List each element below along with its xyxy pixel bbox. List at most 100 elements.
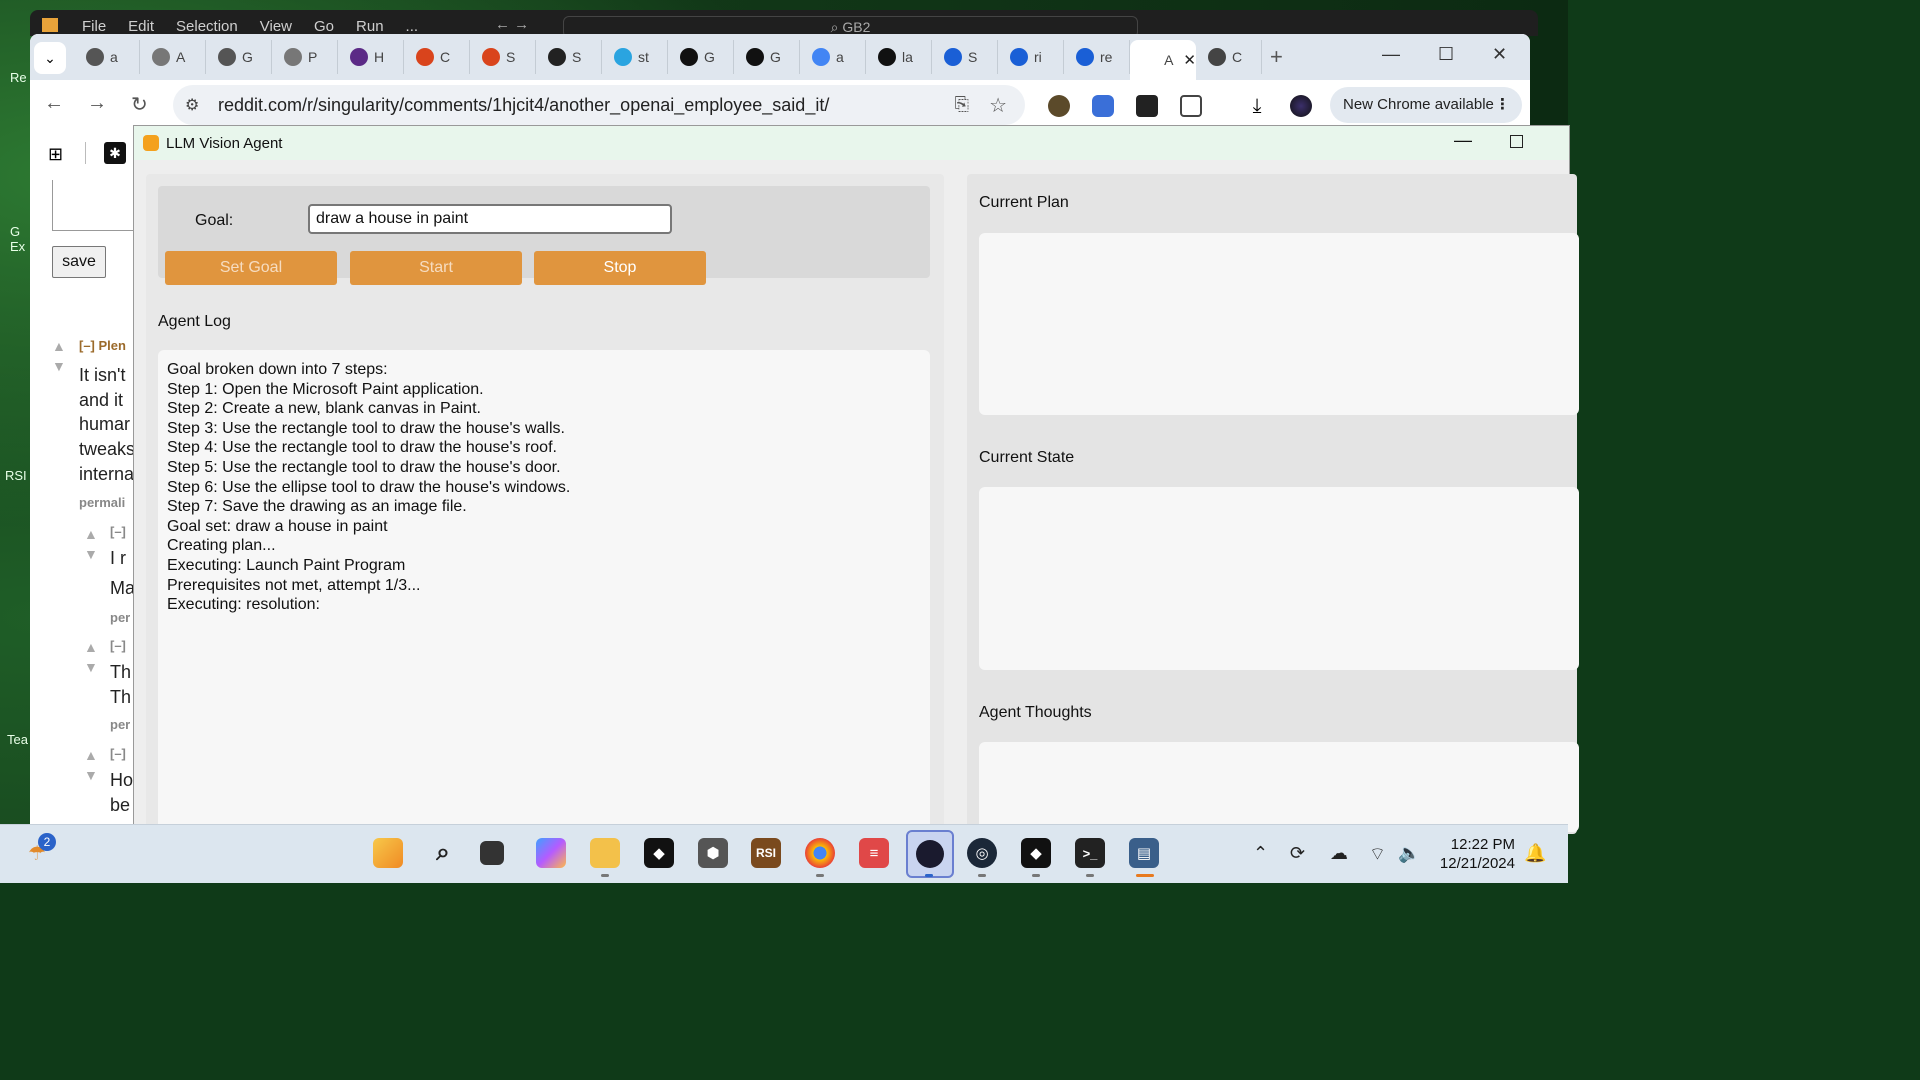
- bookmark-star-icon[interactable]: ☆: [989, 93, 1007, 118]
- current-plan-box[interactable]: [979, 233, 1579, 415]
- search-icon[interactable]: ⌕: [428, 838, 458, 868]
- epic-icon[interactable]: ◆: [644, 838, 674, 868]
- menu-file[interactable]: File: [82, 18, 106, 35]
- teamviewer-icon[interactable]: [906, 830, 954, 878]
- bookmark-icon[interactable]: ✱: [104, 142, 126, 164]
- reply-collapse[interactable]: [–]: [110, 746, 126, 761]
- downvote-icon[interactable]: ▼: [84, 546, 98, 562]
- desktop-label[interactable]: RSI: [5, 468, 27, 483]
- current-state-box[interactable]: [979, 487, 1579, 670]
- comment-textarea[interactable]: [52, 180, 144, 231]
- copilot-icon[interactable]: [536, 838, 566, 868]
- file-explorer-icon[interactable]: [590, 838, 620, 868]
- menu-edit[interactable]: Edit: [128, 18, 154, 35]
- editor-nav-arrows[interactable]: ← →: [495, 16, 529, 33]
- download-icon[interactable]: ⤓: [1246, 95, 1268, 117]
- desktop-label[interactable]: Re: [10, 70, 27, 85]
- minimize-icon[interactable]: —: [1454, 130, 1472, 151]
- extension-icon[interactable]: [1048, 95, 1070, 117]
- epic-games-icon[interactable]: ◆: [1021, 838, 1051, 868]
- update-chrome-button[interactable]: New Chrome available ⋮: [1330, 87, 1522, 123]
- forward-icon[interactable]: →: [87, 92, 107, 115]
- reload-icon[interactable]: ↻: [131, 92, 148, 117]
- reply-collapse[interactable]: [–]: [110, 638, 126, 653]
- apps-grid-icon[interactable]: ⊞: [48, 144, 63, 165]
- close-tab-icon[interactable]: ✕: [1183, 51, 1196, 69]
- browser-tab[interactable]: a: [74, 40, 140, 74]
- upvote-icon[interactable]: ▲: [84, 526, 98, 542]
- site-info-icon[interactable]: ⚙: [185, 95, 199, 115]
- browser-tab[interactable]: H: [338, 40, 404, 74]
- browser-tab[interactable]: a: [800, 40, 866, 74]
- extension-icon[interactable]: [1092, 95, 1114, 117]
- cloud-icon[interactable]: ☁: [1330, 843, 1348, 864]
- notification-bell-icon[interactable]: 🔔: [1524, 843, 1546, 864]
- downvote-icon[interactable]: ▼: [52, 358, 66, 374]
- upvote-icon[interactable]: ▲: [84, 639, 98, 655]
- new-tab-button[interactable]: +: [1270, 44, 1283, 70]
- browser-tab[interactable]: G: [668, 40, 734, 74]
- sync-icon[interactable]: ⟳: [1290, 843, 1305, 864]
- browser-tab[interactable]: S: [470, 40, 536, 74]
- save-button[interactable]: save: [52, 246, 106, 278]
- upvote-icon[interactable]: ▲: [84, 747, 98, 763]
- desktop-label[interactable]: G Ex: [10, 224, 30, 254]
- back-icon[interactable]: ←: [44, 92, 64, 115]
- steam-icon[interactable]: ◎: [967, 838, 997, 868]
- browser-tab[interactable]: A ✕: [1130, 40, 1196, 80]
- maximize-icon[interactable]: ☐: [1438, 44, 1454, 65]
- menu-go[interactable]: Go: [314, 18, 334, 35]
- menu-run[interactable]: Run: [356, 18, 384, 35]
- menu-view[interactable]: View: [260, 18, 292, 35]
- install-app-icon[interactable]: ⎘: [955, 94, 969, 115]
- browser-tab[interactable]: P: [272, 40, 338, 74]
- app-red-icon[interactable]: ≡: [859, 838, 889, 868]
- desktop-label[interactable]: Tea: [7, 732, 28, 747]
- browser-tab[interactable]: la: [866, 40, 932, 74]
- reply-meta[interactable]: per: [110, 610, 130, 625]
- python-app-icon[interactable]: ▤: [1129, 838, 1159, 868]
- terminal-icon[interactable]: >_: [1075, 838, 1105, 868]
- system-clock[interactable]: 12:22 PM 12/21/2024: [1430, 835, 1515, 873]
- downvote-icon[interactable]: ▼: [84, 659, 98, 675]
- wifi-icon[interactable]: ⌔: [1369, 843, 1386, 866]
- browser-tab[interactable]: ri: [998, 40, 1064, 74]
- browser-tab[interactable]: G: [734, 40, 800, 74]
- upvote-icon[interactable]: ▲: [52, 338, 66, 354]
- start-button[interactable]: Start: [350, 251, 522, 285]
- app-title-bar[interactable]: LLM Vision Agent —: [134, 126, 1569, 160]
- rsi-icon[interactable]: RSI: [751, 838, 781, 868]
- browser-tab[interactable]: S: [932, 40, 998, 74]
- url-text[interactable]: reddit.com/r/singularity/comments/1hjcit…: [218, 95, 829, 116]
- extensions-puzzle-icon[interactable]: [1180, 95, 1202, 117]
- chrome-icon[interactable]: [805, 838, 835, 868]
- comment-collapse[interactable]: [–] Plen: [79, 338, 126, 353]
- agent-thoughts-box[interactable]: [979, 742, 1579, 832]
- permalink[interactable]: permali: [79, 495, 125, 510]
- stop-button[interactable]: Stop: [534, 251, 706, 285]
- downvote-icon[interactable]: ▼: [84, 767, 98, 783]
- address-bar[interactable]: ⚙ reddit.com/r/singularity/comments/1hjc…: [173, 85, 1025, 125]
- goal-input[interactable]: [308, 204, 672, 234]
- agent-log-box[interactable]: Goal broken down into 7 steps: Step 1: Op…: [158, 350, 930, 830]
- browser-tab[interactable]: C: [1196, 40, 1262, 74]
- reply-collapse[interactable]: [–]: [110, 524, 126, 539]
- browser-tab[interactable]: A: [140, 40, 206, 74]
- close-icon[interactable]: ✕: [1492, 44, 1507, 65]
- unity-hub-icon[interactable]: ⬢: [698, 838, 728, 868]
- browser-tab[interactable]: C: [404, 40, 470, 74]
- minimize-icon[interactable]: —: [1382, 44, 1400, 65]
- browser-tab[interactable]: re: [1064, 40, 1130, 74]
- browser-tab[interactable]: st: [602, 40, 668, 74]
- profile-avatar[interactable]: [1290, 95, 1312, 117]
- task-view-icon[interactable]: [480, 841, 504, 865]
- menu-selection[interactable]: Selection: [176, 18, 238, 35]
- browser-tab[interactable]: G: [206, 40, 272, 74]
- chevron-up-icon[interactable]: ⌃: [1253, 843, 1268, 864]
- extension-icon[interactable]: [1136, 95, 1158, 117]
- set-goal-button[interactable]: Set Goal: [165, 251, 337, 285]
- reply-meta[interactable]: per: [110, 717, 130, 732]
- maximize-icon[interactable]: [1510, 135, 1523, 148]
- menu-more[interactable]: ...: [406, 18, 419, 35]
- tab-search-button[interactable]: ⌄: [34, 42, 66, 74]
